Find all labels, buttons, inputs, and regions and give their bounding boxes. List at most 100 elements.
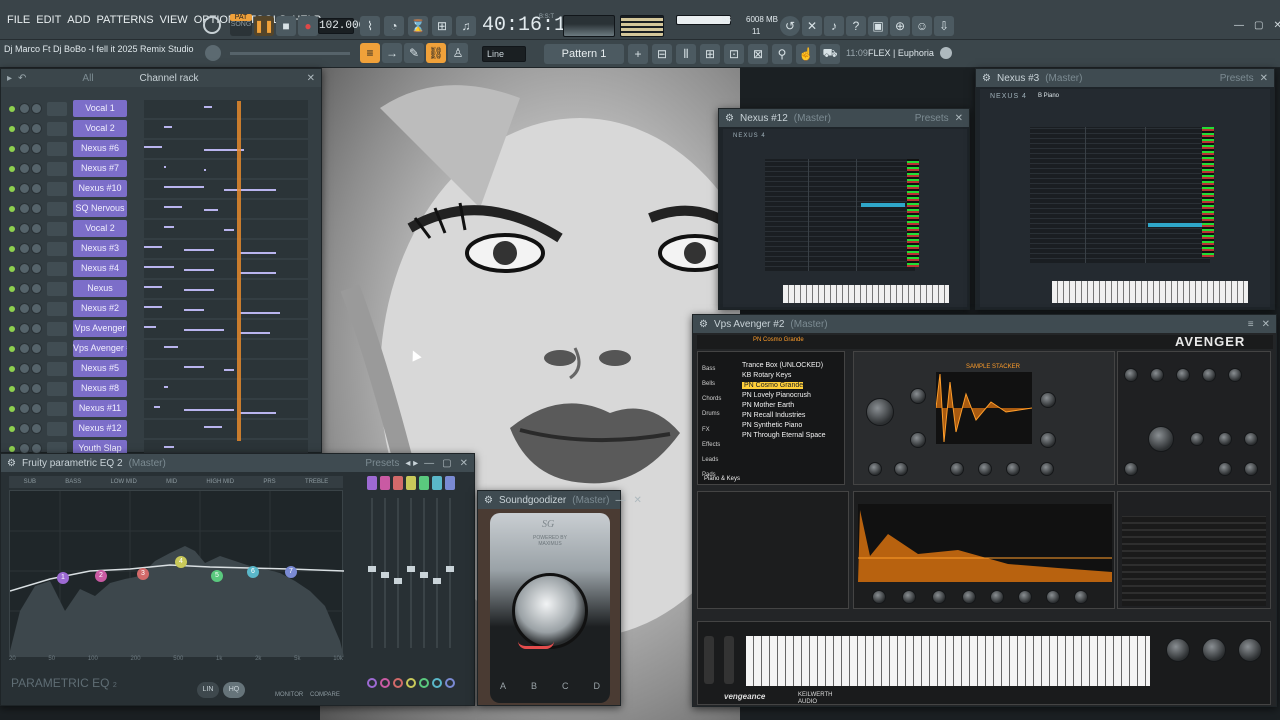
channel-knob[interactable] (19, 403, 30, 414)
avenger-knob[interactable] (1040, 392, 1056, 408)
mixer-track-number[interactable] (47, 362, 67, 376)
band-width-knob[interactable] (432, 678, 442, 688)
mixer-icon[interactable]: ✕ (802, 16, 822, 36)
channel-knob[interactable] (19, 303, 30, 314)
arrow-icon[interactable]: → (382, 43, 402, 63)
wait-icon[interactable]: ◔ (384, 16, 404, 36)
mixer-track-number[interactable] (47, 242, 67, 256)
channel-row[interactable]: Nexus #4 (1, 259, 321, 279)
chat-icon[interactable]: ☺ (912, 16, 932, 36)
channel-knob[interactable] (19, 203, 30, 214)
band-gain-slider[interactable] (371, 498, 373, 648)
channel-knob[interactable] (19, 243, 30, 254)
band-width-knob[interactable] (445, 678, 455, 688)
channel-name-button[interactable]: Nexus #8 (73, 380, 127, 397)
avenger-knob[interactable] (1018, 590, 1032, 604)
mute-led[interactable] (9, 266, 15, 272)
channel-knob[interactable] (31, 343, 42, 354)
channel-knob[interactable] (31, 263, 42, 274)
mute-led[interactable] (9, 346, 15, 352)
avenger-knob[interactable] (1228, 368, 1242, 382)
channel-knob[interactable] (19, 383, 30, 394)
channel-knob[interactable] (31, 383, 42, 394)
menu-file[interactable]: FILE (4, 14, 33, 26)
channel-knob[interactable] (31, 303, 42, 314)
preset-item[interactable]: KB Rotary Keys (742, 372, 791, 379)
mode-button[interactable]: C (562, 681, 569, 691)
channel-knob[interactable] (31, 223, 42, 234)
channel-row[interactable]: Nexus #11 (1, 399, 321, 419)
snap-select[interactable]: Line (482, 46, 526, 62)
channel-knob[interactable] (31, 123, 42, 134)
mute-led[interactable] (9, 386, 15, 392)
menu-icon[interactable]: ≡ (1248, 319, 1254, 330)
avenger-knob[interactable] (910, 388, 926, 404)
avenger-knob[interactable] (902, 590, 916, 604)
touch-icon[interactable]: ☝ (796, 44, 816, 64)
avenger-knob[interactable] (1238, 638, 1262, 662)
eq-presets[interactable]: Presets (365, 458, 399, 469)
menu-add[interactable]: ADD (64, 14, 93, 26)
mixer-track-number[interactable] (47, 202, 67, 216)
avenger-knob[interactable] (910, 432, 926, 448)
preset-item[interactable]: PN Recall Industries (742, 412, 805, 419)
channel-name-button[interactable]: Vocal 2 (73, 220, 127, 237)
hq-button[interactable]: HQ (223, 682, 245, 698)
avenger-knob[interactable] (1040, 432, 1056, 448)
channel-row[interactable]: Nexus #2 (1, 299, 321, 319)
channel-name-button[interactable]: Vocal 2 (73, 120, 127, 137)
slider-thumb[interactable] (420, 572, 428, 578)
band-type-icon[interactable] (393, 476, 403, 490)
mute-led[interactable] (9, 366, 15, 372)
slider-thumb[interactable] (407, 566, 415, 572)
avenger-titlebar[interactable]: ⚙ Vps Avenger #2 (Master) ≡ ✕ (693, 315, 1276, 333)
mixer-track-number[interactable] (47, 382, 67, 396)
channel-knob[interactable] (19, 103, 30, 114)
channel-step-grid[interactable] (144, 420, 308, 438)
band-type-icon[interactable] (367, 476, 377, 490)
avenger-knob[interactable] (1124, 462, 1138, 476)
channel-step-grid[interactable] (144, 100, 308, 118)
piano-roll-icon[interactable]: ⊞ (700, 44, 720, 64)
mute-led[interactable] (9, 126, 15, 132)
avenger-knob[interactable] (894, 462, 908, 476)
mixer-track-number[interactable] (47, 102, 67, 116)
mod-wheel[interactable] (724, 636, 734, 684)
band-width-knob[interactable] (419, 678, 429, 688)
mixer-track-number[interactable] (47, 262, 67, 276)
avenger-knob[interactable] (978, 462, 992, 476)
channel-step-grid[interactable] (144, 200, 308, 218)
category-item[interactable]: Drums (702, 411, 742, 417)
eq-band-handle[interactable]: 3 (137, 568, 149, 580)
mute-led[interactable] (9, 206, 15, 212)
band-gain-slider[interactable] (436, 498, 438, 648)
gear-icon[interactable]: ⚙ (699, 319, 708, 330)
close-icon[interactable]: ✕ (955, 113, 963, 124)
avenger-knob[interactable] (1202, 368, 1216, 382)
channel-step-grid[interactable] (144, 400, 308, 418)
avenger-knob[interactable] (932, 590, 946, 604)
compare-button[interactable]: COMPARE (310, 692, 340, 698)
channel-name-button[interactable]: Vocal 1 (73, 100, 127, 117)
menu-patterns[interactable]: PATTERNS (94, 14, 157, 26)
nexus3-presets[interactable]: Presets (1220, 73, 1254, 84)
band-gain-slider[interactable] (449, 498, 451, 648)
mixer-track-number[interactable] (47, 162, 67, 176)
nexus12-presets[interactable]: Presets (915, 113, 949, 124)
pattern-selector[interactable]: Pattern 1 (544, 44, 624, 64)
channel-name-button[interactable]: Nexus #6 (73, 140, 127, 157)
pitch-wheel[interactable] (704, 636, 714, 684)
channel-name-button[interactable]: Nexus #4 (73, 260, 127, 277)
eq-band-handle[interactable]: 4 (175, 556, 187, 568)
gear-icon[interactable]: ⚙ (725, 113, 734, 124)
mute-led[interactable] (9, 246, 15, 252)
mixer-track-number[interactable] (47, 122, 67, 136)
step-edit-icon[interactable]: ⊞ (432, 16, 452, 36)
amount-knob[interactable] (512, 573, 588, 649)
channel-knob[interactable] (19, 163, 30, 174)
avenger-keyboard[interactable] (746, 636, 1150, 686)
mute-led[interactable] (9, 186, 15, 192)
microphone-icon[interactable]: ♪ (824, 16, 844, 36)
band-width-knob[interactable] (380, 678, 390, 688)
maximize-icon[interactable]: ▢ (1254, 20, 1263, 31)
